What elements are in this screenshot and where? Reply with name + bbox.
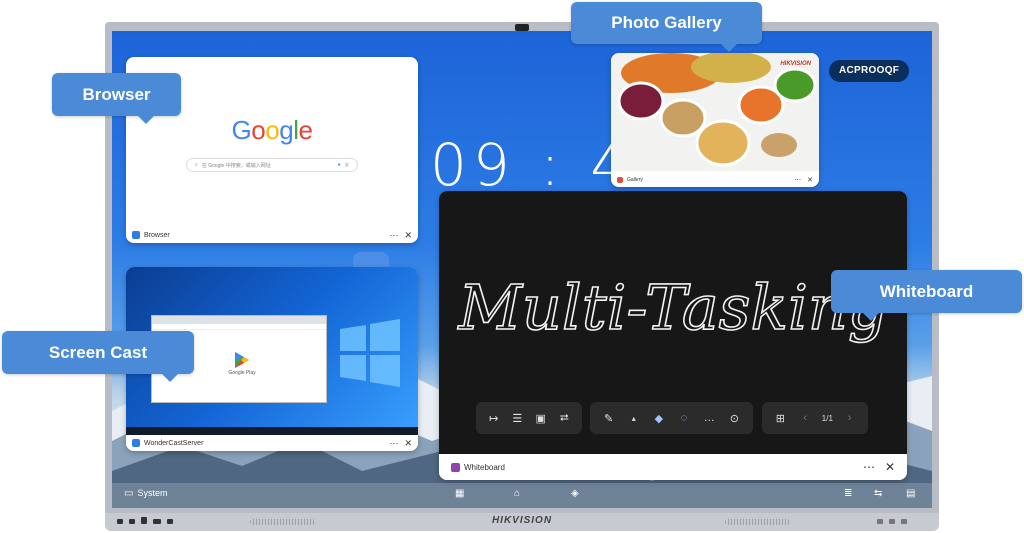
- lasso-icon[interactable]: ◌: [676, 412, 692, 424]
- search-placeholder: 在 Google 中搜索，或输入网址: [201, 162, 271, 169]
- apps-icon[interactable]: ▦: [455, 488, 464, 499]
- wifi-status-icon[interactable]: ≣: [844, 488, 852, 499]
- whiteboard-app-name: Whiteboard: [464, 462, 505, 472]
- google-logo-letter: o: [251, 115, 266, 145]
- exit-icon[interactable]: ↦: [486, 412, 502, 425]
- monitor-chin: HIKVISION: [105, 513, 939, 531]
- browser-app-name: Browser: [144, 231, 170, 239]
- add-page-icon[interactable]: ⊞: [772, 412, 788, 425]
- dots-icon[interactable]: …: [701, 412, 717, 424]
- browser-title-bar: Browser ⋯ ✕: [126, 227, 418, 243]
- swap-icon[interactable]: ⇆: [874, 488, 882, 499]
- google-logo-letter: g: [279, 115, 294, 145]
- prev-page-icon[interactable]: ‹: [797, 412, 813, 424]
- monitor-icon: ▭: [124, 488, 134, 499]
- close-icon[interactable]: ✕: [807, 176, 813, 184]
- system-label: System: [137, 488, 168, 498]
- more-icon[interactable]: ⋯: [863, 460, 875, 474]
- close-icon[interactable]: ✕: [885, 460, 895, 474]
- layers-icon[interactable]: ◈: [571, 488, 579, 499]
- brand-logo: HIKVISION: [491, 515, 553, 526]
- mic-icon[interactable]: ●: [338, 162, 341, 168]
- search-input[interactable]: ⌕ 在 Google 中搜索，或输入网址 ● ◎: [186, 158, 358, 172]
- whiteboard-app-icon: [451, 462, 460, 472]
- sensor-3: [901, 519, 907, 524]
- more-icon[interactable]: ⋯: [794, 176, 801, 184]
- page-toolbar: ⊞ ‹ 1/1 ›: [762, 402, 868, 434]
- gallery-window[interactable]: HIKVISION Gallery ⋯ ✕: [611, 53, 819, 187]
- whiteboard-canvas[interactable]: Multi-Tasking ↦ ☰ ▣ ⮂ ✎ ▴ ◆ ◌ … ⊙ ⊞ ‹ 1/…: [439, 191, 907, 454]
- product-showcase: HIKVISION 09 : 48 ACPROOQF Google ⌕ 在 Go…: [0, 0, 1024, 533]
- sensor-1: [877, 519, 883, 524]
- google-logo: Google: [126, 115, 418, 146]
- menu-icon[interactable]: ☰: [509, 412, 525, 425]
- whiteboard-title-bar: Whiteboard ⋯ ✕: [439, 454, 907, 480]
- drawing-toolbar: ✎ ▴ ◆ ◌ … ⊙: [590, 402, 753, 434]
- home-icon[interactable]: ⌂: [514, 488, 520, 499]
- page-indicator: 1/1: [821, 413, 833, 423]
- system-button[interactable]: ▭ System: [124, 488, 167, 499]
- lens-icon[interactable]: ◎: [345, 162, 349, 168]
- google-logo-letter: o: [265, 115, 280, 145]
- callout-photo-gallery: Photo Gallery: [571, 2, 762, 52]
- callout-whiteboard: Whiteboard: [831, 270, 1022, 321]
- google-logo-letter: G: [231, 115, 252, 145]
- eraser-icon[interactable]: ◆: [651, 412, 667, 425]
- webcam: [515, 24, 529, 31]
- callout-screen-cast: Screen Cast: [2, 331, 194, 382]
- screen: 09 : 48 ACPROOQF Google ⌕ 在 Google 中搜索，或…: [112, 31, 932, 508]
- play-store-icon: [235, 352, 249, 368]
- food-photo: HIKVISION: [611, 53, 819, 171]
- play-label: Google Play: [228, 370, 256, 376]
- dock: ▭ System ▦ ⌂ ◈ ≣ ⇆ ▤: [112, 483, 932, 508]
- gallery-title-bar: Gallery ⋯ ✕: [611, 173, 819, 187]
- close-icon[interactable]: ✕: [404, 438, 412, 449]
- callout-browser: Browser: [52, 73, 181, 124]
- status-badge: ACPROOQF: [829, 60, 910, 82]
- more-tools-icon[interactable]: ⊙: [726, 412, 742, 425]
- cast-app-icon: [132, 439, 140, 447]
- gallery-app-name: Gallery: [627, 177, 643, 183]
- watermark: HIKVISION: [780, 61, 811, 67]
- more-icon[interactable]: ⋯: [389, 438, 398, 449]
- windows-taskbar: [126, 427, 418, 435]
- save-icon[interactable]: ▣: [533, 412, 549, 425]
- cast-title-bar: WonderCastServer ⋯ ✕: [126, 435, 418, 451]
- whiteboard-window[interactable]: Multi-Tasking ↦ ☰ ▣ ⮂ ✎ ▴ ◆ ◌ … ⊙ ⊞ ‹ 1/…: [439, 191, 907, 480]
- windows-logo-icon: [340, 319, 400, 387]
- toolbox-icon[interactable]: ▤: [906, 488, 915, 499]
- google-logo-letter: e: [298, 115, 313, 145]
- handwriting-text: Multi-Tasking: [457, 271, 887, 344]
- more-icon[interactable]: ⋯: [389, 230, 398, 241]
- close-icon[interactable]: ✕: [404, 230, 412, 241]
- file-toolbar: ↦ ☰ ▣ ⮂: [476, 402, 582, 434]
- google-play-logo: Google Play: [222, 352, 262, 376]
- share-icon[interactable]: ⮂: [556, 412, 572, 425]
- browser-app-icon: [132, 231, 140, 239]
- next-page-icon[interactable]: ›: [842, 412, 858, 424]
- search-icon: ⌕: [195, 162, 198, 168]
- gallery-app-icon: [617, 177, 623, 183]
- cast-app-name: WonderCastServer: [144, 439, 204, 447]
- sensor-2: [889, 519, 895, 524]
- caret-up-icon[interactable]: ▴: [626, 414, 642, 423]
- wifi-icon[interactable]: [353, 252, 389, 268]
- pen-icon[interactable]: ✎: [601, 412, 617, 425]
